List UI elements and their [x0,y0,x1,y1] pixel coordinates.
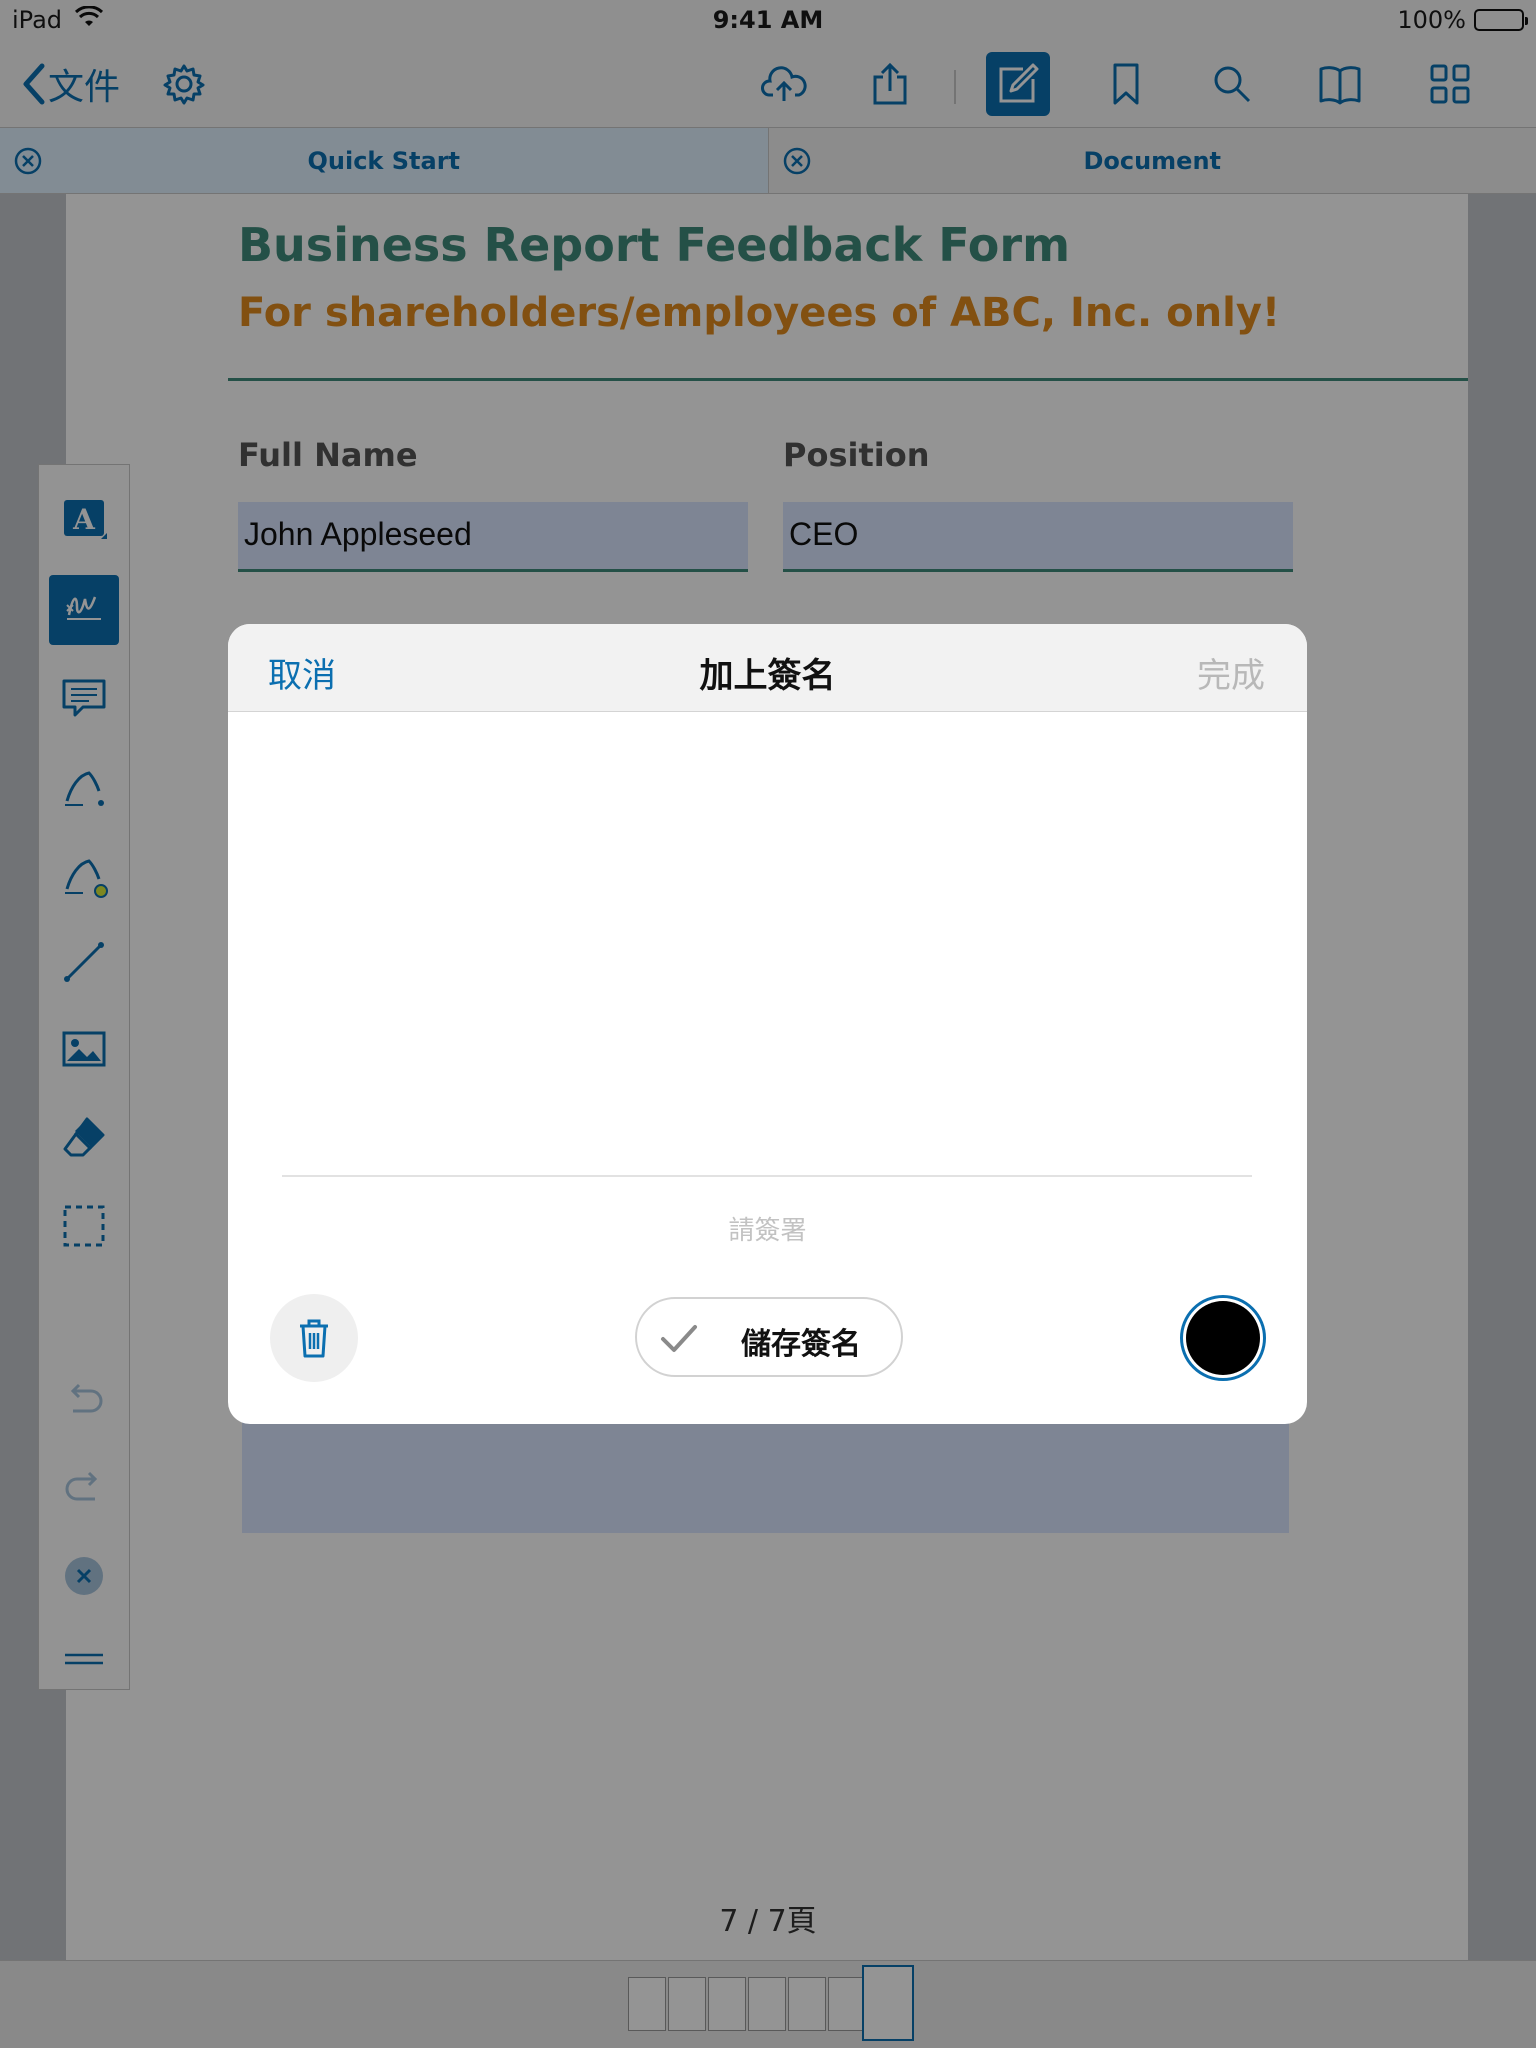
dialog-title: 加上簽名 [699,656,836,696]
save-signature-button[interactable]: 儲存簽名 [635,1297,903,1377]
signature-baseline [282,1175,1252,1177]
signature-hint: 請簽署 [728,1216,807,1246]
done-button[interactable]: 完成 [1197,648,1265,697]
signature-canvas[interactable] [228,712,1307,1176]
ink-color-swatch [1186,1301,1260,1375]
ink-color-button[interactable] [1180,1295,1266,1381]
save-signature-label: 儲存簽名 [741,1327,861,1362]
clear-signature-button[interactable] [270,1294,358,1382]
signature-dialog: 取消 加上簽名 完成 請簽署 儲存簽名 [228,624,1307,1424]
dialog-header: 取消 加上簽名 完成 [228,624,1307,712]
checkmark-icon [661,1325,697,1352]
trash-icon [300,1319,328,1358]
